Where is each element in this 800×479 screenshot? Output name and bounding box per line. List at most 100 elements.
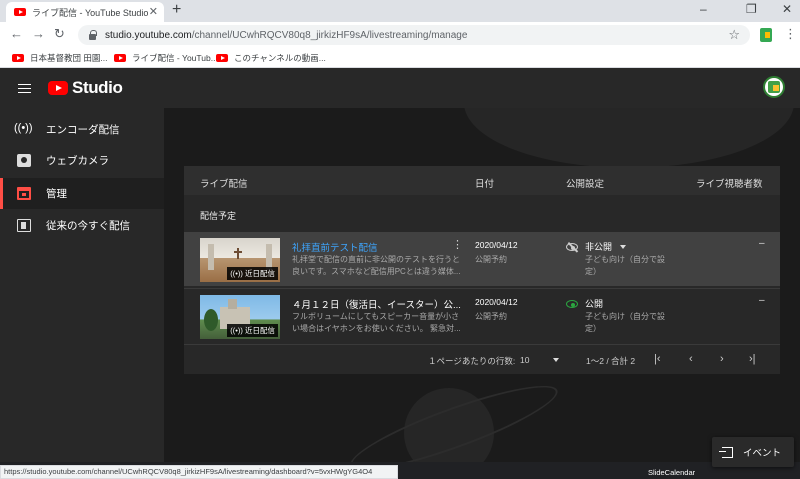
hamburger-menu-icon[interactable] bbox=[18, 84, 31, 93]
column-header-date[interactable]: 日付 bbox=[475, 176, 494, 190]
slidecalendar-label: SlideCalendar bbox=[648, 468, 696, 477]
chevron-down-icon bbox=[620, 244, 627, 249]
event-button-label: イベント bbox=[743, 448, 782, 459]
date-status: 公開予約 bbox=[475, 255, 507, 264]
table-row[interactable]: ((•)) 近日配信 ４月１２日（復活日、イースター）公... フルボリュームに… bbox=[184, 288, 780, 342]
live-viewers: – bbox=[759, 238, 765, 249]
more-options-icon[interactable]: ⋮ bbox=[452, 238, 463, 251]
column-header-stream[interactable]: ライブ配信 bbox=[200, 176, 248, 190]
event-button[interactable]: イベント bbox=[712, 437, 794, 467]
video-description: 礼拝堂で配信の直前に非公開のテストを行うと良いです。スマホなど配信用PCとは違う… bbox=[292, 255, 461, 276]
scheduled-date: 2020/04/12 bbox=[475, 240, 518, 250]
sidebar-item-encoder[interactable]: ((•)) エンコーダ配信 bbox=[0, 114, 164, 145]
cross-icon bbox=[234, 248, 242, 259]
bookmarks-bar: 日本基督教団 田園... ライブ配信 - YouTub... このチャンネルの動… bbox=[0, 48, 800, 68]
visibility-label: 公開 bbox=[585, 299, 604, 309]
background-planet bbox=[464, 108, 794, 168]
date-status: 公開予約 bbox=[475, 312, 507, 321]
video-title[interactable]: ４月１２日（復活日、イースター）公... bbox=[292, 297, 461, 311]
thumbnail-tree bbox=[204, 309, 218, 331]
visibility-dropdown[interactable]: 非公開 bbox=[566, 240, 627, 253]
studio-header: Studio bbox=[0, 68, 800, 108]
bookmark-label: このチャンネルの動画... bbox=[234, 53, 326, 63]
table-row[interactable]: ((•)) 近日配信 礼拝直前テスト配信 ⋮ 礼拝堂で配信の直前に非公開のテスト… bbox=[184, 232, 780, 286]
reload-icon[interactable]: ↻ bbox=[54, 26, 65, 42]
exit-to-app-icon bbox=[719, 446, 733, 458]
forward-icon[interactable]: → bbox=[32, 26, 45, 41]
video-thumbnail[interactable]: ((•)) 近日配信 bbox=[200, 238, 280, 282]
visibility-status[interactable]: 公開 bbox=[566, 297, 603, 310]
sidebar-item-label: 管理 bbox=[46, 188, 67, 200]
video-title-link[interactable]: 礼拝直前テスト配信 bbox=[292, 240, 378, 254]
chevron-down-icon[interactable] bbox=[553, 358, 559, 362]
column-header-visibility[interactable]: 公開設定 bbox=[566, 176, 604, 190]
bookmark-item[interactable]: 日本基督教団 田園... bbox=[12, 52, 107, 64]
column-header-viewers[interactable]: ライブ視聴者数 bbox=[696, 176, 763, 190]
table-header: ライブ配信 日付 公開設定 ライブ視聴者数 bbox=[184, 166, 780, 195]
last-page-icon[interactable]: ›| bbox=[749, 353, 756, 365]
broadcast-icon: ((•)) bbox=[14, 122, 33, 134]
tab-close-icon[interactable]: ✕ bbox=[149, 5, 158, 18]
minimize-icon[interactable]: – bbox=[700, 2, 707, 16]
eye-icon bbox=[566, 299, 578, 308]
lock-icon bbox=[88, 30, 97, 40]
browser-menu-icon[interactable]: ⋮ bbox=[784, 26, 797, 42]
visibility-label: 非公開 bbox=[585, 242, 613, 252]
maximize-icon[interactable]: ❐ bbox=[746, 2, 757, 16]
first-page-icon[interactable]: |‹ bbox=[654, 353, 661, 365]
youtube-favicon-icon bbox=[12, 54, 24, 62]
exit-icon bbox=[17, 219, 31, 232]
browser-status-url: https://studio.youtube.com/channel/UCwhR… bbox=[0, 465, 398, 479]
avatar[interactable] bbox=[763, 76, 785, 98]
audience-label: 子ども向け（自分で設定） bbox=[585, 255, 665, 276]
calendar-icon bbox=[17, 187, 31, 200]
new-tab-button[interactable]: + bbox=[172, 1, 181, 19]
camera-icon bbox=[17, 154, 31, 167]
page-range: 1～2 / 合計 2 bbox=[586, 356, 636, 366]
studio-logo-text[interactable]: Studio bbox=[72, 78, 123, 98]
bookmark-label: 日本基督教団 田園... bbox=[30, 53, 108, 63]
sidebar-item-manage[interactable]: 管理 bbox=[0, 178, 164, 209]
youtube-logo-icon[interactable] bbox=[48, 81, 68, 95]
thumbnail-tower bbox=[228, 299, 237, 309]
audience-label: 子ども向け（自分で設定） bbox=[585, 312, 665, 333]
video-description: フルボリュームにしてもスピーカー音量が小さい場合はイヤホンをお使いください。 緊… bbox=[292, 312, 461, 333]
url-host: studio.youtube.com bbox=[105, 29, 192, 41]
scheduled-date: 2020/04/12 bbox=[475, 297, 518, 307]
streams-table: ライブ配信 日付 公開設定 ライブ視聴者数 配信予定 ((•)) 近日配信 礼拝… bbox=[184, 166, 780, 374]
sidebar-item-label: 従来の今すぐ配信 bbox=[46, 220, 130, 232]
browser-tabstrip: ライブ配信 - YouTube Studio ✕ + – ❐ ✕ bbox=[0, 0, 800, 22]
tab-title: ライブ配信 - YouTube Studio bbox=[32, 7, 149, 18]
youtube-favicon-icon bbox=[216, 54, 228, 62]
window-close-icon[interactable]: ✕ bbox=[782, 2, 792, 16]
bookmark-item[interactable]: ライブ配信 - YouTub... bbox=[114, 52, 218, 64]
bookmark-label: ライブ配信 - YouTub... bbox=[132, 53, 218, 63]
address-bar[interactable]: studio.youtube.com/channel/UCwhRQCV80q8_… bbox=[78, 25, 750, 45]
rows-per-page-select[interactable]: 10 bbox=[520, 355, 529, 365]
sidebar-item-webcam[interactable]: ウェブカメラ bbox=[0, 145, 164, 176]
thumbnail-pillar bbox=[208, 244, 214, 270]
sidebar-item-label: ウェブカメラ bbox=[46, 155, 109, 167]
background-ring bbox=[343, 371, 565, 462]
url-path: /channel/UCwhRQCV80q8_jirkizHF9sA/livest… bbox=[191, 29, 468, 41]
bookmark-item[interactable]: このチャンネルの動画... bbox=[216, 52, 326, 64]
screen: ライブ配信 - YouTube Studio ✕ + – ❐ ✕ ← → ↻ s… bbox=[0, 0, 800, 479]
sidebar-item-label: エンコーダ配信 bbox=[46, 124, 120, 136]
main-content: ライブ配信 日付 公開設定 ライブ視聴者数 配信予定 ((•)) 近日配信 礼拝… bbox=[164, 108, 800, 462]
upcoming-badge: ((•)) 近日配信 bbox=[227, 267, 278, 280]
next-page-icon[interactable]: › bbox=[720, 353, 724, 365]
prev-page-icon[interactable]: ‹ bbox=[689, 353, 693, 365]
youtube-favicon-icon bbox=[14, 8, 26, 16]
sidebar: ((•)) エンコーダ配信 ウェブカメラ 管理 従来の今すぐ配信 bbox=[0, 108, 164, 462]
video-thumbnail[interactable]: ((•)) 近日配信 bbox=[200, 295, 280, 339]
extension-icon[interactable] bbox=[760, 28, 772, 42]
upcoming-badge: ((•)) 近日配信 bbox=[227, 324, 278, 337]
pagination: １ページあたりの行数: 10 1～2 / 合計 2 |‹ ‹ › ›| bbox=[184, 344, 780, 374]
eye-off-icon bbox=[566, 242, 578, 251]
live-viewers: – bbox=[759, 295, 765, 306]
rows-per-page-label: １ページあたりの行数: bbox=[428, 356, 516, 366]
bookmark-star-icon[interactable]: ☆ bbox=[728, 27, 740, 43]
back-icon[interactable]: ← bbox=[10, 26, 23, 41]
sidebar-item-classic-live[interactable]: 従来の今すぐ配信 bbox=[0, 210, 164, 241]
browser-tab[interactable]: ライブ配信 - YouTube Studio ✕ bbox=[6, 2, 164, 22]
